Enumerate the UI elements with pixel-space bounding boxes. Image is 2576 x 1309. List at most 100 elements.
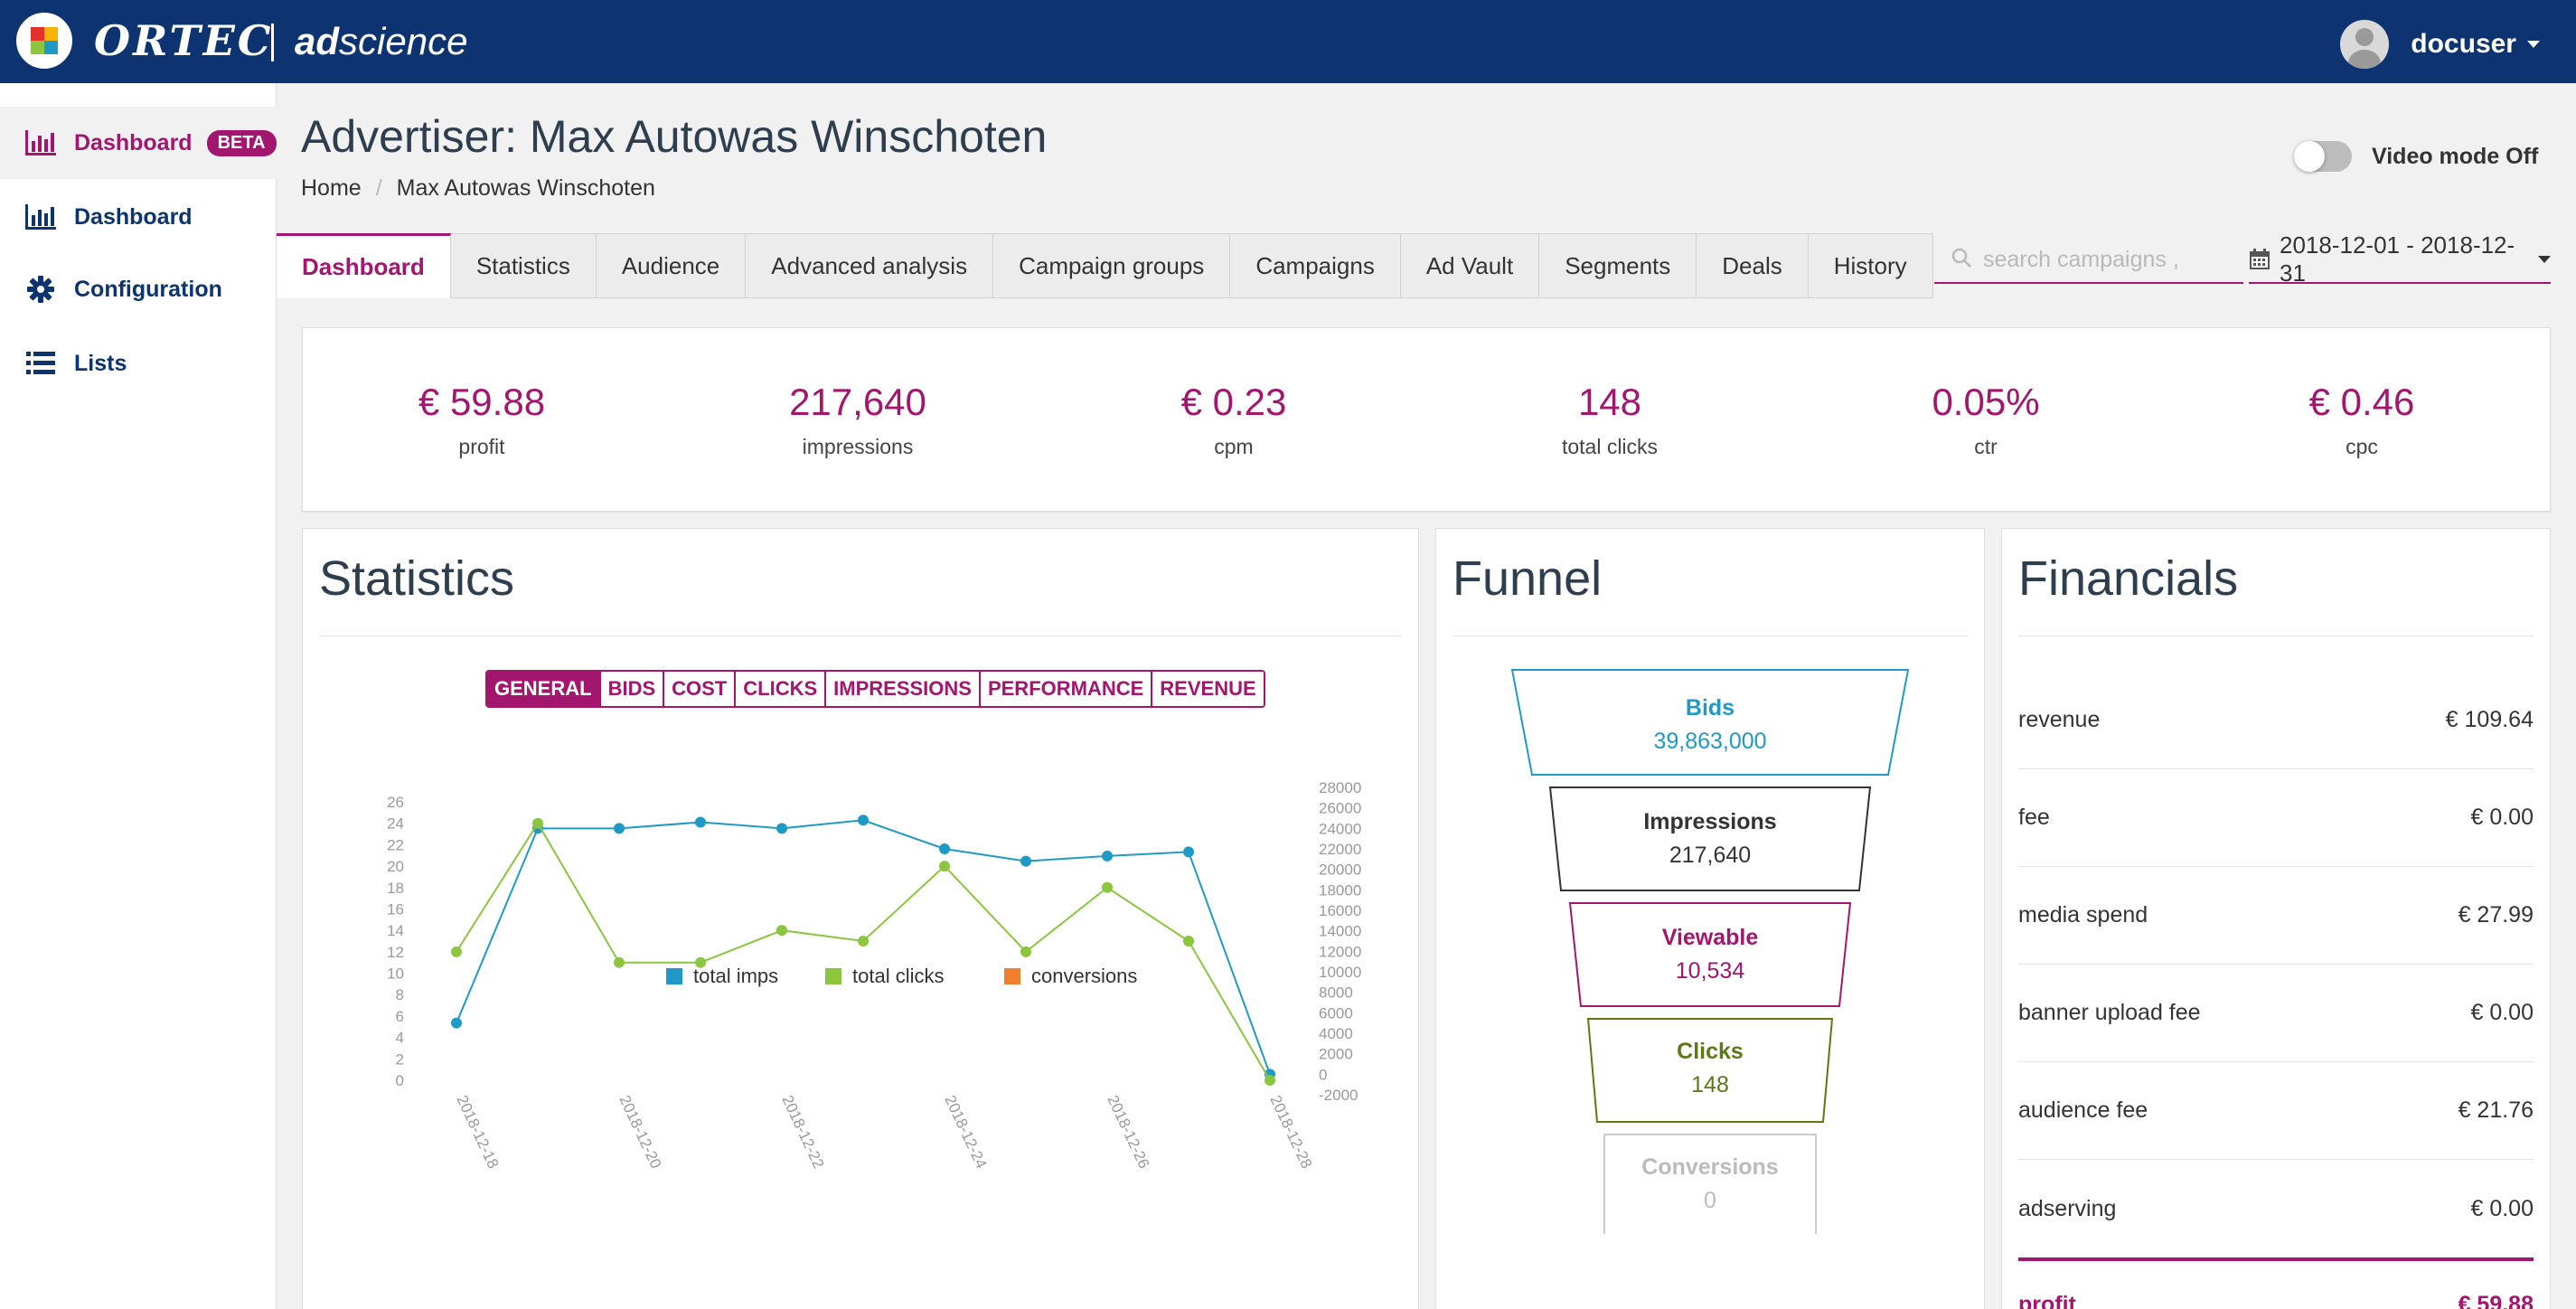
- breadcrumb-home[interactable]: Home: [301, 175, 362, 201]
- funnel-label: Conversions: [1641, 1154, 1779, 1180]
- video-mode-label: Video mode Off: [2372, 143, 2539, 169]
- funnel-value: 0: [1704, 1188, 1716, 1213]
- funnel-label: Bids: [1685, 695, 1735, 720]
- kpi-value: € 0.23: [1180, 381, 1287, 423]
- tab-advanced-analysis[interactable]: Advanced analysis: [746, 233, 994, 298]
- tab-audience[interactable]: Audience: [596, 233, 747, 298]
- ortec-logo-icon[interactable]: [16, 13, 72, 69]
- tab-deals[interactable]: Deals: [1697, 233, 1809, 298]
- chart-button-performance[interactable]: PERFORMANCE: [980, 672, 1153, 706]
- y-left-tick-label: 18: [387, 880, 404, 897]
- legend-swatch-total-imps: [666, 968, 682, 984]
- kpi-value: 0.05%: [1932, 381, 2040, 423]
- tab-dashboard[interactable]: Dashboard: [277, 233, 451, 298]
- data-point-total-imps: [695, 816, 706, 828]
- product-name-bold: ad: [295, 20, 340, 62]
- sidebar: Dashboard BETA Dashboard Configuration L…: [0, 83, 277, 1309]
- y-right-tick-label: 26000: [1319, 800, 1361, 817]
- funnel-chart: [1510, 669, 1910, 1234]
- y-left-tick-label: 26: [387, 794, 404, 811]
- data-point-total-clicks: [1264, 1075, 1275, 1086]
- legend-label-total-clicks: total clicks: [852, 965, 944, 987]
- kpi-value: 148: [1577, 381, 1642, 423]
- y-right-tick-label: 0: [1319, 1066, 1327, 1083]
- financials-title: Financials: [2018, 551, 2239, 606]
- tab-statistics[interactable]: Statistics: [450, 233, 597, 298]
- kpi-label: total clicks: [1561, 435, 1659, 458]
- chart-button-cost[interactable]: COST: [664, 672, 737, 706]
- chart-button-bids[interactable]: BIDS: [600, 672, 665, 706]
- y-right-tick-label: 10000: [1319, 964, 1361, 981]
- sidebar-item-lists[interactable]: Lists: [0, 327, 277, 400]
- financial-value: € 21.76: [2458, 1097, 2534, 1123]
- search-input[interactable]: [1983, 246, 2236, 273]
- data-point-total-clicks: [1020, 946, 1031, 957]
- statistics-title: Statistics: [319, 551, 515, 606]
- data-point-total-imps: [939, 843, 950, 854]
- x-tick-label: 2018-12-22: [778, 1093, 827, 1172]
- data-point-total-imps: [451, 1017, 462, 1029]
- tab-ad-vault[interactable]: Ad Vault: [1400, 233, 1540, 298]
- sidebar-item-dashboard[interactable]: Dashboard: [0, 181, 277, 253]
- product-name: adscience: [295, 20, 467, 63]
- series-line-total-clicks: [456, 821, 1271, 1081]
- top-bar: ORTEC adscience docuser: [0, 0, 2576, 83]
- tab-history[interactable]: History: [1808, 233, 1933, 298]
- bar-chart-icon: [24, 202, 58, 232]
- legend-label-conversions: conversions: [1031, 965, 1137, 987]
- financial-label: fee: [2018, 805, 2050, 830]
- statistics-line-chart: 02468101214161820222426-2000020004000600…: [387, 779, 1361, 1172]
- financial-total-value: € 59.88: [2458, 1292, 2534, 1309]
- y-right-tick-label: 24000: [1319, 820, 1361, 837]
- product-name-rest: science: [339, 20, 468, 62]
- financial-label: audience fee: [2018, 1097, 2148, 1123]
- funnel-text-conversions: Conversions 0: [1436, 1154, 1984, 1214]
- statistics-panel: Statistics GENERAL BIDS COST CLICKS IMPR…: [302, 528, 1419, 1309]
- list-icon: [24, 348, 58, 379]
- x-tick-label: 2018-12-26: [1104, 1093, 1152, 1172]
- y-left-tick-label: 8: [396, 986, 404, 1003]
- funnel-label: Clicks: [1677, 1039, 1744, 1064]
- chart-button-impressions[interactable]: IMPRESSIONS: [826, 672, 981, 706]
- y-left-tick-label: 10: [387, 965, 404, 983]
- video-mode-switch[interactable]: [2294, 141, 2352, 172]
- tab-campaign-groups[interactable]: Campaign groups: [993, 233, 1231, 298]
- avatar: [2340, 20, 2390, 69]
- chevron-down-icon: [2527, 41, 2540, 48]
- funnel-text-bids: Bids 39,863,000: [1436, 695, 1984, 755]
- y-right-tick-label: 16000: [1319, 902, 1361, 919]
- kpi-cpm: € 0.23 cpm: [1098, 381, 1369, 459]
- chart-button-general[interactable]: GENERAL: [487, 672, 601, 706]
- video-mode-toggle[interactable]: Video mode Off: [2294, 141, 2538, 172]
- y-right-tick-label: 22000: [1319, 841, 1361, 858]
- tab-campaigns[interactable]: Campaigns: [1230, 233, 1401, 298]
- tab-segments[interactable]: Segments: [1539, 233, 1697, 298]
- campaign-search[interactable]: [1934, 237, 2243, 284]
- user-menu[interactable]: docuser: [2340, 20, 2540, 69]
- financial-row-fee: fee € 0.00: [2018, 769, 2534, 867]
- y-left-tick-label: 24: [387, 815, 404, 833]
- data-point-total-clicks: [451, 946, 462, 957]
- financial-value: € 27.99: [2458, 902, 2534, 928]
- kpi-profit: € 59.88 profit: [346, 381, 617, 459]
- sidebar-item-dashboard-beta[interactable]: Dashboard BETA: [0, 107, 277, 179]
- y-left-tick-label: 6: [396, 1008, 404, 1025]
- financials-panel: Financials revenue € 109.64 fee € 0.00 med…: [2001, 528, 2551, 1309]
- chart-button-revenue[interactable]: REVENUE: [1152, 672, 1264, 706]
- y-left-tick-label: 22: [387, 836, 404, 853]
- financial-row-revenue: revenue € 109.64: [2018, 672, 2534, 769]
- financial-label: banner upload fee: [2018, 1000, 2201, 1025]
- financial-value: € 0.00: [2470, 805, 2534, 830]
- financial-value: € 0.00: [2470, 1195, 2534, 1221]
- kpi-cpc: € 0.46 cpc: [2226, 381, 2497, 459]
- kpi-value: € 0.46: [2308, 381, 2415, 423]
- kpi-total-clicks: 148 total clicks: [1474, 381, 1745, 459]
- sidebar-item-label: Lists: [74, 350, 127, 376]
- funnel-value: 217,640: [1669, 843, 1752, 868]
- financial-row-media-spend: media spend € 27.99: [2018, 867, 2534, 965]
- funnel-value: 148: [1691, 1072, 1729, 1097]
- breadcrumb-current: Max Autowas Winschoten: [396, 175, 655, 201]
- chart-button-clicks[interactable]: CLICKS: [736, 672, 827, 706]
- sidebar-item-configuration[interactable]: Configuration: [0, 253, 277, 325]
- date-range-picker[interactable]: 2018-12-01 - 2018-12-31: [2249, 231, 2551, 287]
